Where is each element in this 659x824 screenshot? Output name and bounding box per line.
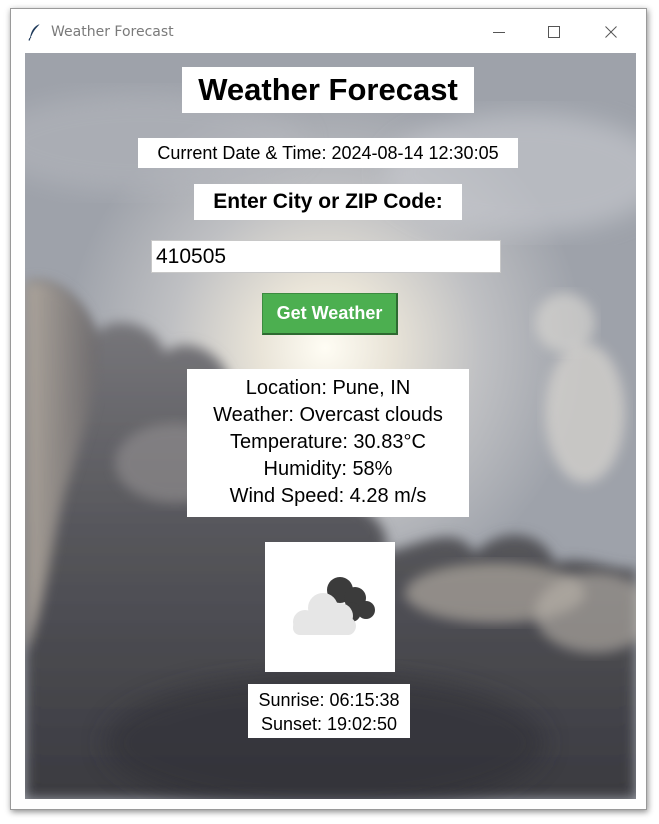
minimize-button[interactable]	[477, 17, 521, 47]
overcast-clouds-icon	[293, 577, 375, 635]
close-icon	[605, 26, 617, 38]
page-title: Weather Forecast	[182, 67, 474, 113]
sunrise-text: Sunrise: 06:15:38	[258, 690, 400, 710]
app-window: Weather Forecast Weather Forecast Curren…	[10, 8, 647, 810]
app-content: Weather Forecast Current Date & Time: 20…	[25, 53, 636, 799]
location-text: Location: Pune, IN	[245, 377, 411, 399]
wind-speed-text: Wind Speed: 4.28 m/s	[229, 485, 427, 507]
current-datetime-label: Current Date & Time: 2024-08-14 12:30:05	[138, 138, 518, 168]
window-title: Weather Forecast	[51, 24, 174, 40]
title-bar[interactable]: Weather Forecast	[11, 9, 646, 53]
weather-description-text: Weather: Overcast clouds	[213, 404, 443, 426]
feather-icon	[28, 23, 41, 41]
weather-icon-panel	[265, 542, 395, 672]
sunset-text: Sunset: 19:02:50	[260, 714, 398, 734]
maximize-button[interactable]	[532, 17, 576, 47]
maximize-icon	[548, 26, 560, 38]
minimize-icon	[493, 32, 505, 33]
temperature-text: Temperature: 30.83°C	[230, 431, 426, 453]
city-input-label: Enter City or ZIP Code:	[194, 184, 462, 220]
humidity-text: Humidity: 58%	[263, 458, 393, 480]
sun-times-panel: Sunrise: 06:15:38 Sunset: 19:02:50	[248, 684, 410, 738]
city-zip-input[interactable]	[151, 240, 501, 273]
get-weather-button[interactable]: Get Weather	[262, 293, 398, 335]
close-button[interactable]	[589, 17, 633, 47]
weather-info-panel: Location: Pune, IN Weather: Overcast clo…	[187, 369, 469, 517]
